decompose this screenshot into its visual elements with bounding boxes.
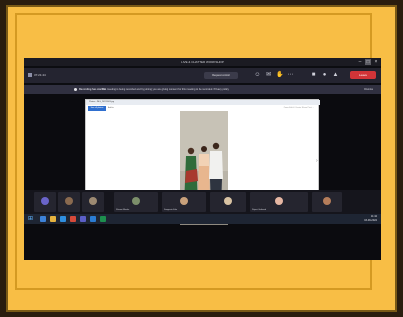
participant-gallery: Shivani Bhosle Sangeeta Kale Rajani Gaik… [24, 190, 381, 214]
avatar [180, 197, 188, 205]
more-actions-icon[interactable]: ⋯ [287, 72, 294, 79]
edge-icon[interactable] [60, 216, 66, 222]
maximize-button[interactable]: □ [365, 59, 371, 65]
camera-icon[interactable]: ■ [310, 72, 317, 79]
share-screen-icon[interactable]: ▲ [332, 72, 339, 79]
dismiss-button[interactable]: Dismiss [364, 85, 373, 94]
avatar [65, 197, 73, 205]
participant-tile[interactable] [34, 192, 56, 212]
avatar [132, 197, 140, 205]
avatar [41, 197, 49, 205]
see-all-photos-button[interactable]: See all photos [88, 106, 106, 111]
search-icon[interactable] [40, 216, 46, 222]
file-explorer-icon[interactable] [50, 216, 56, 222]
participant-tile[interactable] [312, 192, 342, 212]
add-to-button[interactable]: Add to [108, 106, 114, 111]
participant-tile[interactable]: Shivani Bhosle [114, 192, 158, 212]
shared-window-title: Photos - IMG_20220903.jpg [86, 100, 320, 105]
avatar [323, 197, 331, 205]
mic-icon[interactable]: ● [321, 72, 328, 79]
record-icon [74, 88, 77, 91]
meeting-timer: 37:21:44 [34, 73, 46, 77]
window-controls: – □ × [357, 59, 379, 65]
recording-message: The meeting is being recorded and by joi… [102, 88, 229, 91]
next-photo-icon[interactable]: › [316, 158, 318, 164]
recording-banner: Recording has started The meeting is bei… [24, 85, 381, 94]
reactions-icon[interactable]: ✋ [276, 72, 283, 79]
request-control-button[interactable]: Request control [204, 72, 238, 79]
people-icon[interactable]: ☺ [254, 72, 261, 79]
participant-tile[interactable] [210, 192, 246, 212]
system-clock: 11:42 03-09-2022 [364, 215, 377, 223]
teams-icon[interactable] [80, 216, 86, 222]
avatar [275, 197, 283, 205]
meeting-toolbar: 37:21:44 Request control ☺ ✉ ✋ ⋯ ■ ● ▲ L… [24, 68, 381, 83]
meeting-screen: LIVE & CHATTER WORKSHOP – □ × 37:21:44 R… [24, 58, 381, 260]
clock-date: 03-09-2022 [364, 219, 377, 222]
participant-tile[interactable] [82, 192, 104, 212]
avatar [89, 197, 97, 205]
avatar [224, 197, 232, 205]
chrome-icon[interactable] [70, 216, 76, 222]
participant-name: Sangeeta Kale [164, 209, 178, 211]
excel-icon[interactable] [100, 216, 106, 222]
leave-button[interactable]: Leave [350, 71, 376, 79]
windows-taskbar: ⊞ 11:42 03-09-2022 [24, 214, 381, 224]
participant-tile[interactable]: Sangeeta Kale [162, 192, 206, 212]
chat-icon[interactable]: ✉ [265, 72, 272, 79]
photo-toolbar[interactable]: Zoom Edit & Create Share Print ... [284, 106, 314, 111]
window-titlebar: LIVE & CHATTER WORKSHOP – □ × [24, 58, 381, 66]
participant-name: Rajani Gaikwad [252, 209, 267, 211]
content-stage: Photos - IMG_20220903.jpg See all photos… [24, 94, 381, 260]
participant-name: Shivani Bhosle [116, 209, 130, 211]
close-button[interactable]: × [373, 59, 379, 65]
minimize-button[interactable]: – [357, 59, 363, 65]
meeting-info-icon[interactable] [28, 73, 32, 77]
participant-tile[interactable] [58, 192, 80, 212]
word-icon[interactable] [90, 216, 96, 222]
start-icon[interactable]: ⊞ [28, 216, 34, 222]
window-title: LIVE & CHATTER WORKSHOP [181, 60, 224, 64]
participant-tile[interactable]: Rajani Gaikwad [250, 192, 308, 212]
